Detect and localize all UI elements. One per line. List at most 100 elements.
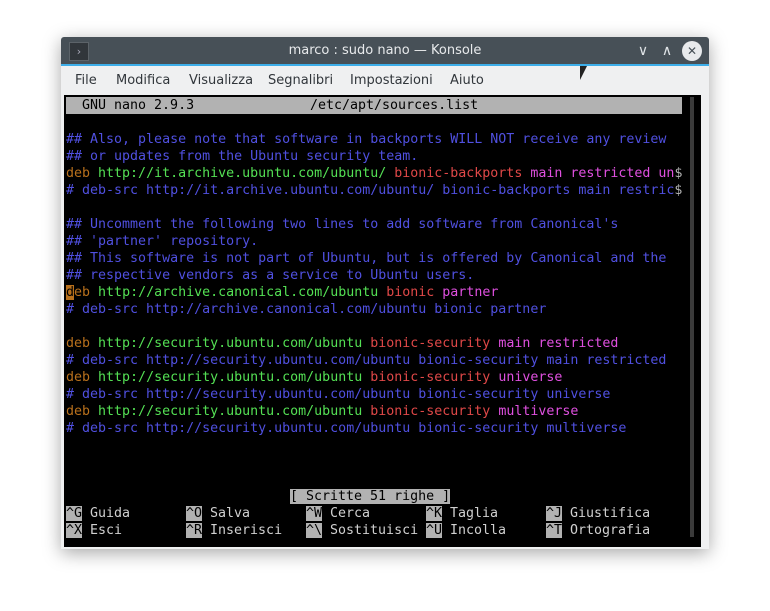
text-segment: # deb-src http://security.ubuntu.com/ubu… (66, 421, 627, 436)
shortcut-label: Inserisci (202, 523, 283, 538)
text-segment: bionic-security (370, 404, 499, 419)
shortcut-label: Incolla (442, 523, 507, 538)
text-segment: multiverse (498, 404, 579, 419)
status-message: [ Scritte 51 righe ] (290, 489, 451, 504)
menu-bar: File Modifica Visualizza Segnalibri Impo… (61, 66, 709, 95)
minimize-button[interactable]: ∨ (633, 41, 653, 61)
shortcut-esci: ^X Esci (66, 522, 122, 539)
text-line: ## respective vendors as a service to Ub… (66, 267, 474, 284)
text-segment: # deb-src http://it.archive.ubuntu.com/u… (66, 183, 675, 198)
text-segment: ## 'partner' repository. (66, 234, 259, 249)
text-segment: http://archive.canonical.com/ubuntu (98, 285, 387, 300)
text-segment: http://security.ubuntu.com/ubuntu (98, 370, 371, 385)
text-segment: ## This software is not part of Ubuntu, … (66, 251, 667, 266)
text-line: deb http://archive.canonical.com/ubuntu … (66, 284, 498, 301)
shortcut-key: ^J (546, 506, 563, 521)
scrollbar[interactable] (690, 97, 694, 537)
text-segment: ## respective vendors as a service to Ub… (66, 268, 475, 283)
shortcut-cerca: ^W Cerca (306, 505, 370, 522)
mouse-pointer-icon (580, 66, 594, 80)
shortcut-incolla: ^U Incolla (426, 522, 506, 539)
menu-visualizza[interactable]: Visualizza (189, 73, 253, 88)
terminal-area[interactable]: GNU nano 2.9.3/etc/apt/sources.list [ Sc… (64, 95, 701, 547)
text-segment: http://it.archive.ubuntu.com/ubuntu/ (98, 166, 395, 181)
text-line: ## or updates from the Ubuntu security t… (66, 148, 418, 165)
text-segment: http://security.ubuntu.com/ubuntu (98, 404, 371, 419)
nano-filename: /etc/apt/sources.list (310, 98, 479, 113)
text-line: # deb-src http://security.ubuntu.com/ubu… (66, 420, 626, 437)
shortcut-guida: ^G Guida (66, 505, 130, 522)
nano-header: GNU nano 2.9.3/etc/apt/sources.list (66, 97, 682, 114)
shortcut-label: Salva (202, 506, 251, 521)
text-line: # deb-src http://archive.canonical.com/u… (66, 301, 546, 318)
shortcut-sostituisci: ^\ Sostituisci (306, 522, 418, 539)
shortcut-giustifica: ^J Giustifica (546, 505, 650, 522)
text-line: ## Uncomment the following two lines to … (66, 216, 618, 233)
text-line: deb http://security.ubuntu.com/ubuntu bi… (66, 403, 578, 420)
text-segment: $ (674, 183, 683, 198)
text-line: # deb-src http://security.ubuntu.com/ubu… (66, 386, 610, 403)
shortcut-key: ^K (426, 506, 443, 521)
text-segment: # deb-src http://archive.canonical.com/u… (66, 302, 547, 317)
text-segment: bionic (386, 285, 443, 300)
text-segment: http://security.ubuntu.com/ubuntu (98, 336, 371, 351)
close-button[interactable]: ✕ (682, 41, 702, 61)
shortcut-label: Guida (82, 506, 131, 521)
text-segment: bionic-backports (394, 166, 531, 181)
shortcut-key: ^X (66, 523, 83, 538)
text-segment: partner (442, 285, 499, 300)
text-segment: main restricted (498, 336, 619, 351)
shortcut-label: Cerca (322, 506, 371, 521)
shortcut-key: ^T (546, 523, 563, 538)
text-segment: $ (674, 166, 683, 181)
menu-aiuto[interactable]: Aiuto (450, 73, 484, 88)
text-segment: universe (498, 370, 563, 385)
text-segment: deb (66, 370, 99, 385)
text-line: # deb-src http://security.ubuntu.com/ubu… (66, 352, 666, 369)
text-segment: deb (66, 404, 99, 419)
text-segment: # deb-src http://security.ubuntu.com/ubu… (66, 387, 611, 402)
text-segment: deb (66, 336, 99, 351)
maximize-button[interactable]: ∧ (657, 41, 677, 61)
text-segment: ## or updates from the Ubuntu security t… (66, 149, 419, 164)
nano-version: GNU nano 2.9.3 (82, 98, 195, 113)
text-segment: bionic-security (370, 370, 499, 385)
text-line: ## Also, please note that software in ba… (66, 131, 666, 148)
text-line: # deb-src http://it.archive.ubuntu.com/u… (66, 182, 682, 199)
menu-impostazioni[interactable]: Impostazioni (350, 73, 433, 88)
text-line: deb http://it.archive.ubuntu.com/ubuntu/… (66, 165, 682, 182)
text-segment: deb (66, 166, 99, 181)
menu-file[interactable]: File (75, 73, 97, 88)
shortcut-label: Ortografia (562, 523, 651, 538)
text-line: ## This software is not part of Ubuntu, … (66, 250, 666, 267)
shortcut-key: ^W (306, 506, 323, 521)
shortcut-ortografia: ^T Ortografia (546, 522, 650, 539)
text-segment: eb (74, 285, 99, 300)
konsole-window: › marco : sudo nano — Konsole ∨ ∧ ✕ File… (61, 37, 709, 549)
text-segment: d (66, 285, 75, 300)
menu-segnalibri[interactable]: Segnalibri (268, 73, 333, 88)
shortcut-key: ^G (66, 506, 83, 521)
window-title: marco : sudo nano — Konsole (288, 43, 482, 58)
shortcut-label: Taglia (442, 506, 499, 521)
text-line: ## 'partner' repository. (66, 233, 258, 250)
shortcut-label: Giustifica (562, 506, 651, 521)
shortcut-key: ^R (186, 523, 203, 538)
text-line: deb http://security.ubuntu.com/ubuntu bi… (66, 369, 562, 386)
text-segment: main restricted un (530, 166, 675, 181)
shortcut-salva: ^O Salva (186, 505, 250, 522)
shortcut-key: ^O (186, 506, 203, 521)
shortcut-key: ^U (426, 523, 443, 538)
shortcut-taglia: ^K Taglia (426, 505, 498, 522)
shortcut-label: Esci (82, 523, 123, 538)
title-bar[interactable]: › marco : sudo nano — Konsole ∨ ∧ ✕ (61, 37, 709, 66)
text-line: deb http://security.ubuntu.com/ubuntu bi… (66, 335, 618, 352)
shortcut-label: Sostituisci (322, 523, 419, 538)
text-segment: ## Uncomment the following two lines to … (66, 217, 619, 232)
shortcut-key: ^\ (306, 523, 323, 538)
text-segment: # deb-src http://security.ubuntu.com/ubu… (66, 353, 667, 368)
text-segment: ## Also, please note that software in ba… (66, 132, 667, 147)
menu-modifica[interactable]: Modifica (116, 73, 170, 88)
text-segment: bionic-security (370, 336, 499, 351)
shortcut-inserisci: ^R Inserisci (186, 522, 282, 539)
